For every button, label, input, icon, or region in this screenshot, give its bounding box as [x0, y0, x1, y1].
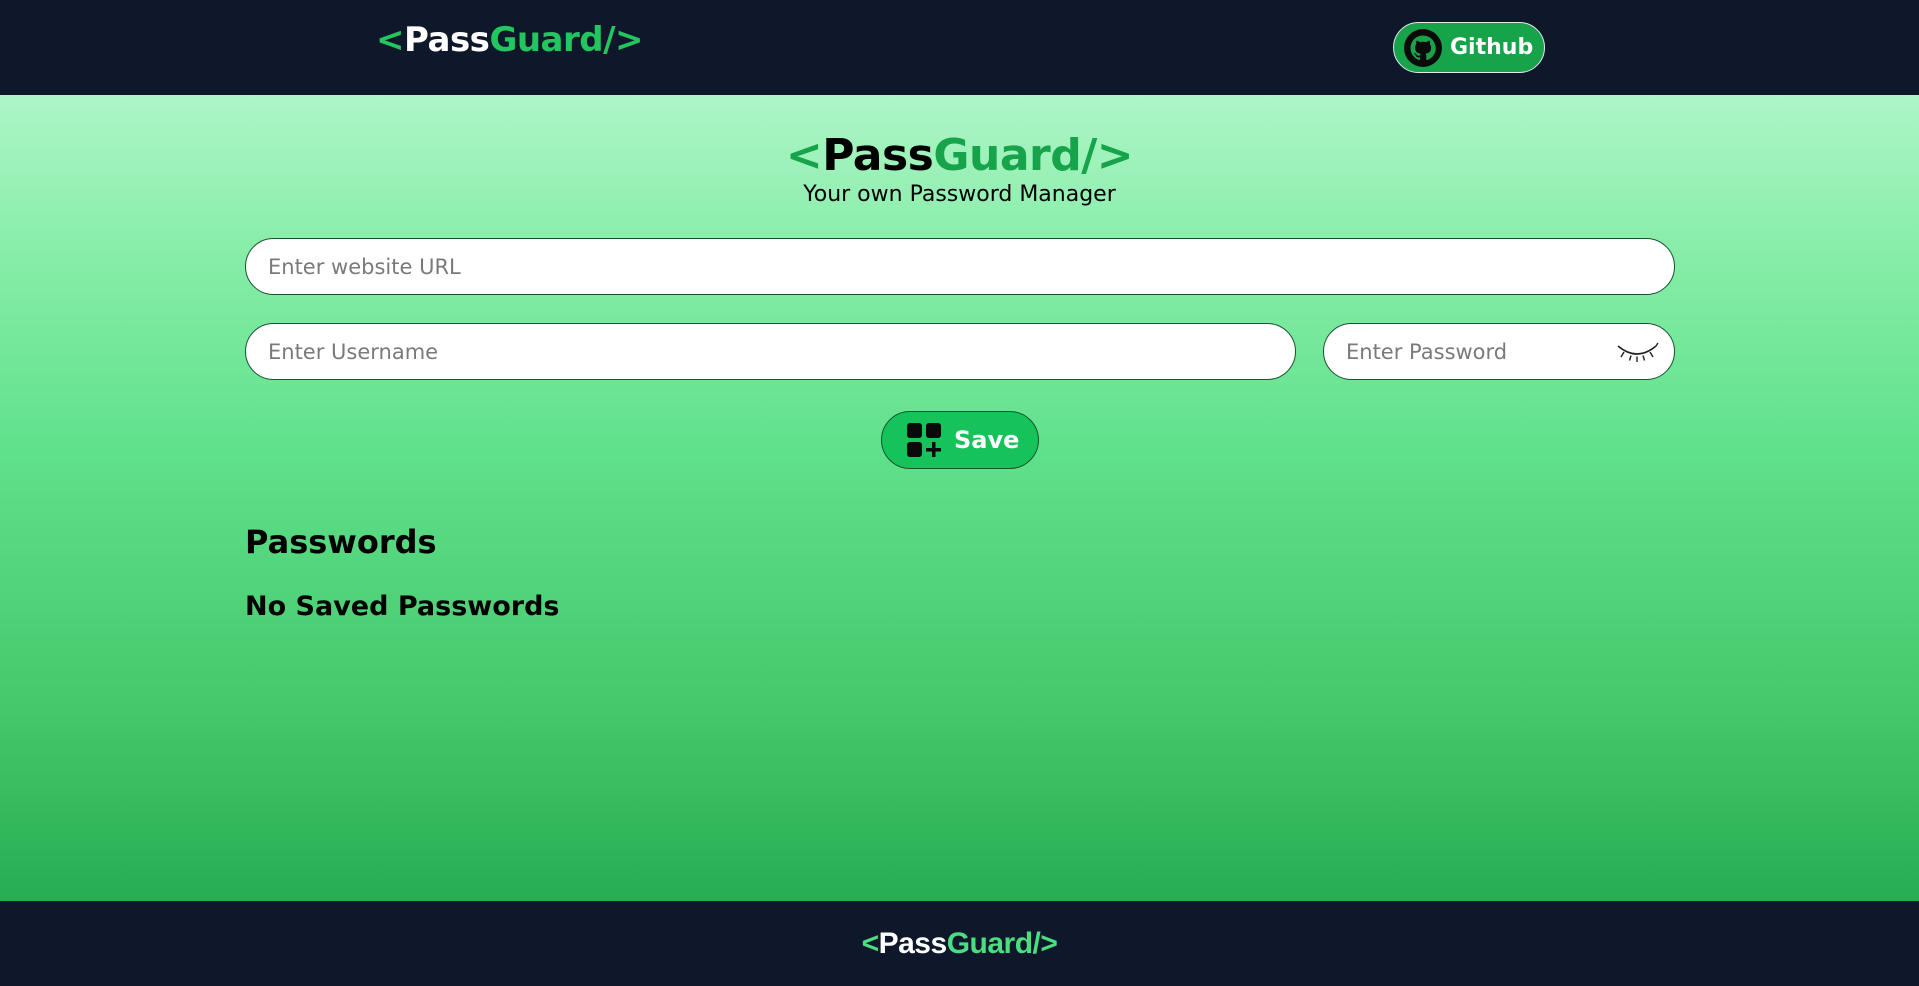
- footer-logo-open-bracket: <: [861, 927, 880, 960]
- navbar: <PassGuard/> Github: [0, 0, 1919, 95]
- footer-logo: <PassGuard/>: [0, 927, 1919, 961]
- eye-closed-icon[interactable]: [1615, 338, 1659, 364]
- password-field-wrapper: [1323, 323, 1675, 380]
- save-label: Save: [954, 426, 1020, 454]
- hero-logo-close-bracket: />: [1081, 130, 1134, 181]
- hero-logo: <PassGuard/>: [0, 130, 1919, 181]
- username-input[interactable]: [245, 323, 1296, 380]
- save-button[interactable]: Save: [881, 411, 1039, 469]
- logo-pass: Pass: [404, 20, 490, 60]
- website-url-input[interactable]: [245, 238, 1675, 295]
- passwords-heading: Passwords: [245, 523, 437, 561]
- github-label: Github: [1450, 35, 1534, 60]
- add-grid-icon: [907, 423, 941, 457]
- footer-logo-pass: Pass: [878, 927, 948, 960]
- main-content: <PassGuard/> Your own Password Manager S…: [0, 95, 1919, 901]
- logo-close-bracket: />: [603, 20, 644, 60]
- github-icon: [1404, 28, 1442, 67]
- github-button[interactable]: Github: [1393, 22, 1545, 73]
- logo-guard: Guard: [489, 20, 604, 60]
- hero-logo-guard: Guard: [933, 130, 1082, 181]
- empty-passwords-message: No Saved Passwords: [245, 591, 560, 622]
- tagline: Your own Password Manager: [803, 182, 1116, 207]
- nav-logo[interactable]: <PassGuard/>: [376, 20, 644, 60]
- footer: <PassGuard/>: [0, 901, 1919, 986]
- hero-logo-pass: Pass: [822, 130, 934, 181]
- logo-open-bracket: <: [376, 20, 405, 60]
- footer-logo-close-bracket: />: [1032, 927, 1058, 960]
- hero-logo-open-bracket: <: [785, 130, 823, 181]
- footer-logo-guard: Guard: [946, 927, 1033, 960]
